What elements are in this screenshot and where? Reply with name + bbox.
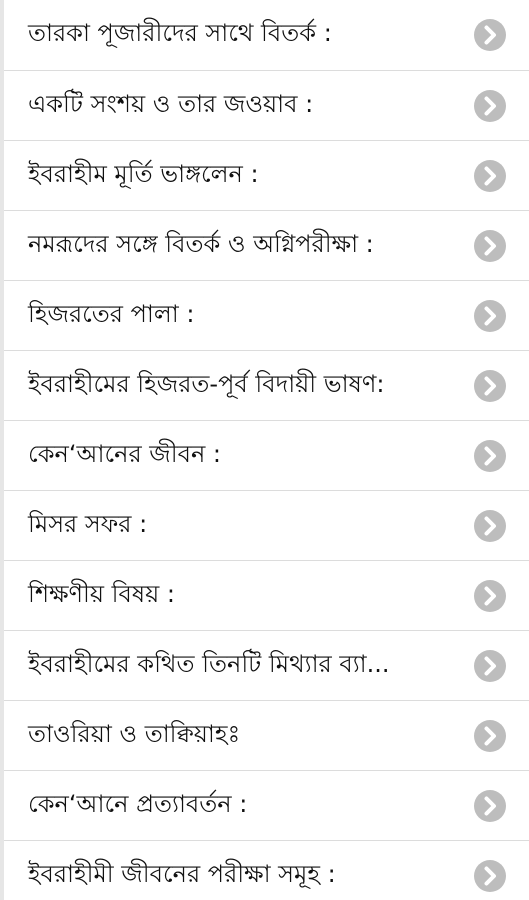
list-item-label: একটি সংশয় ও তার জওয়াব : bbox=[28, 89, 314, 118]
list-item-label: নমরূদের সঙ্গে বিতর্ক ও অগ্নিপরীক্ষা : bbox=[28, 229, 374, 258]
list-item[interactable]: তাওরিয়া ও তাক্বিয়াহঃ bbox=[4, 701, 529, 771]
list-item-label: কেন‘আনে প্রত্যাবর্তন : bbox=[28, 789, 248, 818]
chevron-right-circle-icon bbox=[474, 439, 506, 472]
list-item[interactable]: মিসর সফর : bbox=[4, 491, 529, 561]
chevron-right-circle-icon bbox=[474, 369, 506, 402]
list-item[interactable]: ইবরাহীমী জীবনের পরীক্ষা সমূহ : bbox=[4, 841, 529, 900]
list-item[interactable]: ইবরাহীমের কথিত তিনটি মিথ্যার ব্যা... bbox=[4, 631, 529, 701]
list-item[interactable]: তারকা পূজারীদের সাথে বিতর্ক : bbox=[4, 0, 529, 71]
list-item[interactable]: নমরূদের সঙ্গে বিতর্ক ও অগ্নিপরীক্ষা : bbox=[4, 211, 529, 281]
list-item-label: ইবরাহীম মূর্তি ভাঙ্গলেন : bbox=[28, 159, 259, 188]
chevron-right-circle-icon bbox=[474, 19, 506, 51]
chevron-right-circle-icon bbox=[474, 649, 506, 682]
list-item[interactable]: কেন‘আনের জীবন : bbox=[4, 421, 529, 491]
chevron-right-circle-icon bbox=[474, 89, 506, 122]
chevron-right-circle-icon bbox=[474, 509, 506, 542]
list-item-label: কেন‘আনের জীবন : bbox=[28, 439, 222, 468]
chevron-right-circle-icon bbox=[474, 159, 506, 192]
chapter-list: তারকা পূজারীদের সাথে বিতর্ক : একটি সংশয়… bbox=[0, 0, 529, 900]
list-item-label: ইবরাহীমের কথিত তিনটি মিথ্যার ব্যা... bbox=[28, 649, 390, 678]
list-item[interactable]: কেন‘আনে প্রত্যাবর্তন : bbox=[4, 771, 529, 841]
list-item[interactable]: ইবরাহীমের হিজরত-পূর্ব বিদায়ী ভাষণ: bbox=[4, 351, 529, 421]
chevron-right-circle-icon bbox=[474, 789, 506, 822]
list-item-label: মিসর সফর : bbox=[28, 509, 148, 538]
list-item[interactable]: একটি সংশয় ও তার জওয়াব : bbox=[4, 71, 529, 141]
chevron-right-circle-icon bbox=[474, 859, 506, 892]
list-item-label: তাওরিয়া ও তাক্বিয়াহঃ bbox=[28, 719, 241, 748]
list-item-label: ইবরাহীমের হিজরত-পূর্ব বিদায়ী ভাষণ: bbox=[28, 369, 385, 398]
list-item-label: শিক্ষণীয় বিষয় : bbox=[28, 579, 175, 608]
chevron-right-circle-icon bbox=[474, 299, 506, 332]
chevron-right-circle-icon bbox=[474, 719, 506, 752]
list-item-label: তারকা পূজারীদের সাথে বিতর্ক : bbox=[28, 19, 332, 47]
list-item[interactable]: শিক্ষণীয় বিষয় : bbox=[4, 561, 529, 631]
chevron-right-circle-icon bbox=[474, 579, 506, 612]
list-item[interactable]: ইবরাহীম মূর্তি ভাঙ্গলেন : bbox=[4, 141, 529, 211]
chevron-right-circle-icon bbox=[474, 229, 506, 262]
list-item-label: ইবরাহীমী জীবনের পরীক্ষা সমূহ : bbox=[28, 859, 336, 888]
list-item-label: হিজরতের পালা : bbox=[28, 299, 195, 328]
list-item[interactable]: হিজরতের পালা : bbox=[4, 281, 529, 351]
